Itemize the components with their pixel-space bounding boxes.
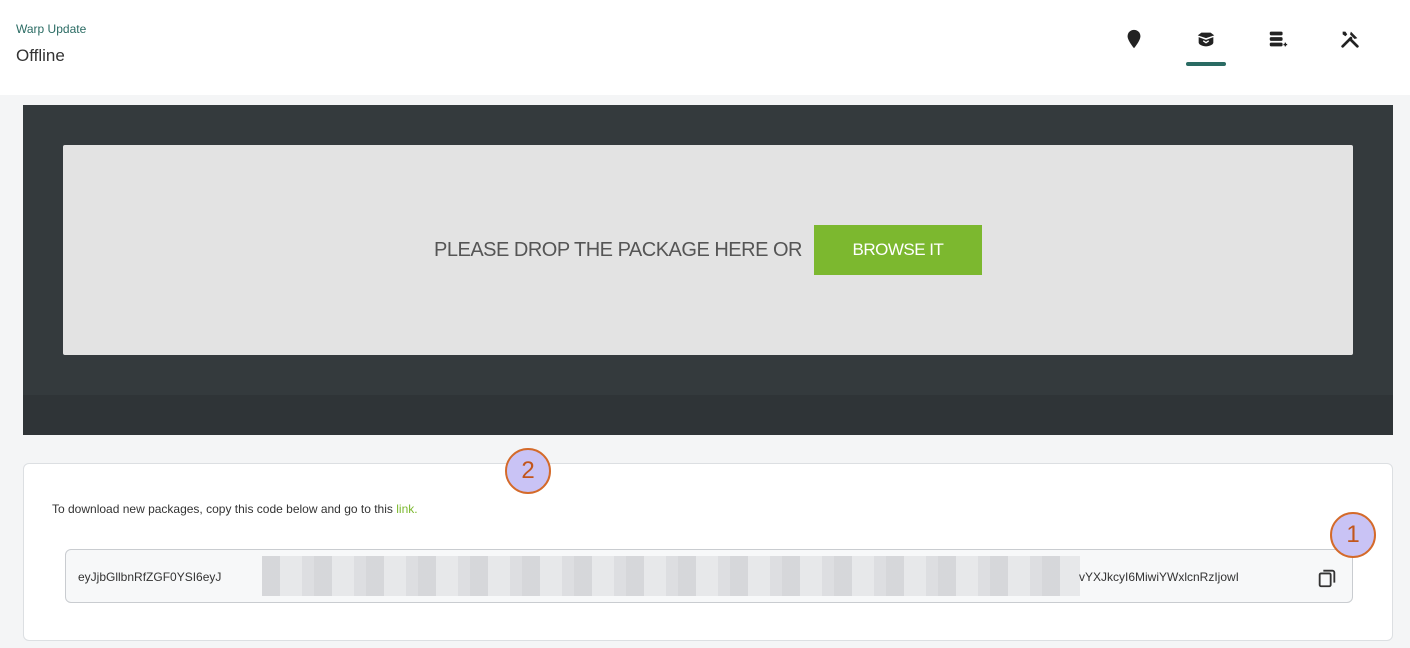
redacted-code-segment [262, 556, 1080, 596]
tab-location[interactable] [1114, 28, 1154, 72]
tab-indicator [1186, 62, 1226, 66]
map-pin-icon [1127, 29, 1141, 49]
drop-zone[interactable]: PLEASE DROP THE PACKAGE HERE OR BROWSE I… [63, 145, 1353, 355]
browse-button[interactable]: BROWSE IT [813, 225, 982, 275]
annotation-callout-2: 2 [505, 448, 551, 494]
panel-footer [23, 395, 1393, 435]
tab-tools[interactable] [1330, 28, 1370, 72]
annotation-callout-1: 1 [1330, 512, 1376, 558]
drop-zone-text: PLEASE DROP THE PACKAGE HERE OR [434, 238, 802, 261]
code-prefix: eyJjbGllbnRfZGF0YSI6eyJ [78, 570, 222, 584]
page-title: Offline [16, 46, 65, 65]
tab-indicator [1330, 62, 1370, 66]
copy-icon [1318, 569, 1336, 588]
database-add-icon [1269, 31, 1288, 47]
package-code-field[interactable]: eyJjbGllbnRfZGF0YSI6eyJ vYXJkcyI6MiwiYWx… [65, 549, 1353, 603]
tab-database[interactable] [1258, 28, 1298, 72]
tab-indicator [1258, 62, 1298, 66]
copy-code-button[interactable] [1316, 567, 1338, 589]
header: Warp Update Offline [0, 0, 1410, 95]
upload-panel: PLEASE DROP THE PACKAGE HERE OR BROWSE I… [23, 105, 1393, 435]
offline-update-page: Warp Update Offline PLEASE DROP THE PACK… [0, 0, 1410, 648]
tools-icon [1341, 31, 1359, 48]
app-subtitle: Warp Update [16, 22, 87, 36]
instructions-text: To download new packages, copy this code… [52, 502, 393, 516]
tab-packages[interactable] [1186, 28, 1226, 72]
tab-bar [1114, 28, 1370, 72]
download-code-card: To download new packages, copy this code… [23, 463, 1393, 641]
download-instructions: To download new packages, copy this code… [52, 502, 418, 516]
tab-indicator [1114, 62, 1154, 66]
package-box-icon [1197, 32, 1215, 47]
code-suffix: vYXJkcyI6MiwiYWxlcnRzIjowI [1079, 570, 1240, 584]
download-link[interactable]: link. [396, 502, 417, 516]
